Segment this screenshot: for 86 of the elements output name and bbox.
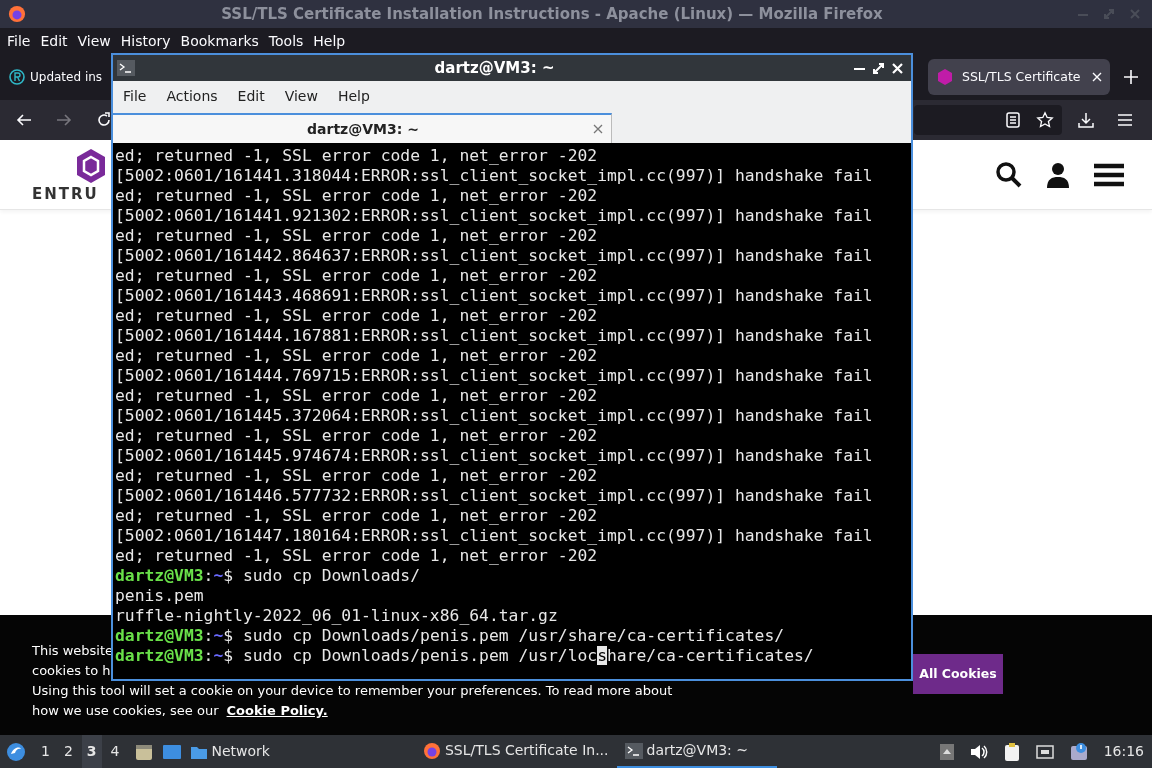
notification-icon[interactable]	[1069, 742, 1088, 761]
command-text: sudo cp Downloads/penis.pem /usr/locshare/ca-certificates/	[242, 646, 814, 665]
menu-item[interactable]: Edit	[33, 30, 68, 52]
terminal-line: ed; returned -1, SSL error code 1, net_error -202	[115, 306, 599, 326]
command-text: sudo cp Downloads/	[242, 566, 421, 585]
terminal-line: ed; returned -1, SSL error code 1, net_error -202	[115, 226, 599, 246]
browser-tab[interactable]: Updated ins	[2, 59, 110, 95]
file-cabinet-icon[interactable]	[134, 742, 153, 761]
firefox-icon	[8, 5, 26, 23]
letter-r-icon	[8, 68, 26, 86]
terminal-line: [5002:0601/161441.318044:ERROR:ssl_client_socket_impl.cc(997)] handshake fail	[115, 166, 874, 186]
star-icon[interactable]	[1036, 111, 1054, 129]
terminal-line: ed; returned -1, SSL error code 1, net_error -202	[115, 466, 599, 486]
terminal-line: ed; returned -1, SSL error code 1, net_error -202	[115, 546, 599, 566]
download-icon[interactable]	[1078, 112, 1094, 128]
workspace-button[interactable]: 1	[36, 735, 55, 768]
terminal-line: ruffle-nightly-2022_06_01-linux-x86_64.tar.gz	[115, 606, 559, 626]
shell-prompt: dartz@VM3:~$	[115, 626, 234, 645]
shell-prompt: dartz@VM3:~$	[115, 566, 234, 585]
terminal-line: [5002:0601/161445.974674:ERROR:ssl_client_socket_impl.cc(997)] handshake fail	[115, 446, 874, 466]
terminal-tab[interactable]: dartz@VM3: ~	[113, 113, 612, 143]
reader-view-icon[interactable]	[1006, 112, 1020, 128]
volume-icon[interactable]	[969, 743, 988, 760]
terminal-line: ed; returned -1, SSL error code 1, net_error -202	[115, 346, 599, 366]
terminal-line: [5002:0601/161445.372064:ERROR:ssl_client_socket_impl.cc(997)] handshake fail	[115, 406, 874, 426]
banner-text: how we use cookies, see our	[32, 703, 219, 718]
menu-item[interactable]: Actions	[166, 85, 218, 107]
terminal-line: [5002:0601/161446.577732:ERROR:ssl_client_socket_impl.cc(997)] handshake fail	[115, 486, 874, 506]
taskbar-button[interactable]: SSL/TLS Certificate In...	[415, 735, 617, 768]
menu-item[interactable]: Bookmarks	[173, 30, 259, 52]
terminal-line: [5002:0601/161441.921302:ERROR:ssl_client_socket_impl.cc(997)] handshake fail	[115, 206, 874, 226]
command-text: sudo cp Downloads/penis.pem /usr/share/ca-certificates/	[242, 626, 785, 645]
launcher-button[interactable]: Network	[189, 741, 270, 762]
taskbar-button[interactable]: dartz@VM3: ~	[616, 735, 777, 768]
clock: 16:16	[1103, 742, 1144, 761]
firefox-icon	[423, 741, 441, 760]
terminal-line: [5002:0601/161444.167881:ERROR:ssl_client_socket_impl.cc(997)] handshake fail	[115, 326, 874, 346]
banner-text: This website	[32, 643, 114, 658]
terminal-icon	[624, 741, 643, 760]
workspace-button[interactable]: 2	[58, 735, 78, 768]
window-title: dartz@VM3: ~	[433, 57, 556, 79]
banner-text: cookies to h	[32, 663, 111, 678]
browser-tab[interactable]: SSL/TLS Certificate	[928, 59, 1110, 95]
menu-item[interactable]: Edit	[237, 85, 265, 107]
shell-prompt: dartz@VM3:~$	[115, 646, 234, 665]
clipboard-icon[interactable]	[1003, 742, 1020, 761]
banner-text: Using this tool will set a cookie on your device to remember your preferences. To read more about	[32, 683, 673, 698]
forward-icon[interactable]	[56, 112, 72, 128]
reload-icon[interactable]	[96, 112, 112, 128]
logo-icon	[74, 146, 108, 185]
person-icon[interactable]	[1046, 161, 1070, 188]
terminal-line: [5002:0601/161447.180164:ERROR:ssl_client_socket_impl.cc(997)] handshake fail	[115, 526, 874, 546]
menu-icon[interactable]	[1094, 162, 1124, 187]
terminal-line: [5002:0601/161444.769715:ERROR:ssl_client_socket_impl.cc(997)] handshake fail	[115, 366, 874, 386]
workspace-button[interactable]: 3	[81, 735, 102, 768]
start-menu-icon[interactable]	[6, 741, 26, 762]
menu-item[interactable]: Help	[337, 85, 370, 107]
terminal-line: [5002:0601/161443.468691:ERROR:ssl_client_socket_impl.cc(997)] handshake fail	[115, 286, 874, 306]
back-icon[interactable]	[16, 112, 32, 128]
new-tab-icon[interactable]	[1124, 70, 1138, 84]
menu-item[interactable]: Tools	[261, 30, 304, 52]
desktop-icon[interactable]	[161, 743, 182, 760]
menu-item[interactable]: History	[113, 30, 171, 52]
menu-item[interactable]: View	[284, 85, 318, 107]
menu-item[interactable]: Help	[306, 30, 346, 52]
search-icon[interactable]	[996, 161, 1022, 188]
hexagon-icon	[936, 68, 954, 86]
workspace-button[interactable]: 4	[105, 735, 125, 768]
menu-item[interactable]: File	[0, 30, 31, 52]
terminal-line: ed; returned -1, SSL error code 1, net_error -202	[115, 266, 599, 286]
terminal-line: ed; returned -1, SSL error code 1, net_error -202	[115, 146, 599, 166]
terminal-line: ed; returned -1, SSL error code 1, net_error -202	[115, 506, 599, 526]
cookie-policy-link[interactable]: Cookie Policy.	[226, 703, 328, 718]
address-bar[interactable]	[914, 105, 1062, 135]
logo-text: ENTRU	[32, 184, 99, 203]
terminal-line: penis.pem	[115, 586, 205, 606]
terminal-line: ed; returned -1, SSL error code 1, net_error -202	[115, 186, 599, 206]
menu-item[interactable]: View	[70, 30, 111, 52]
terminal-line: [5002:0601/161442.864637:ERROR:ssl_client_socket_impl.cc(997)] handshake fail	[115, 246, 874, 266]
terminal-line: ed; returned -1, SSL error code 1, net_error -202	[115, 426, 599, 446]
terminal-line: ed; returned -1, SSL error code 1, net_error -202	[115, 386, 599, 406]
network-icon[interactable]	[1035, 743, 1054, 760]
menu-item[interactable]: File	[123, 85, 147, 107]
terminal-icon	[117, 60, 135, 76]
accept-cookies-button[interactable]: All Cookies	[913, 654, 1003, 694]
window-title: SSL/TLS Certificate Installation Instructions - Apache (Linux) — Mozilla Firefox	[220, 3, 884, 25]
